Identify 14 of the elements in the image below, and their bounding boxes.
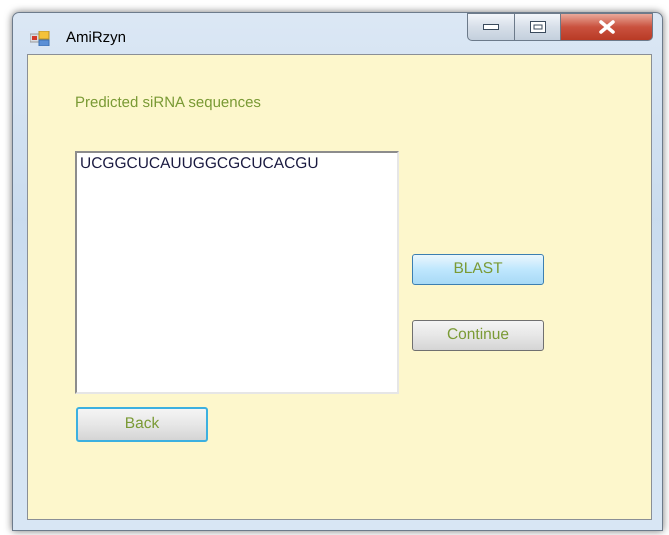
blast-button[interactable]: BLAST [412,254,544,284]
close-button[interactable] [561,13,653,41]
continue-button[interactable]: Continue [412,320,544,350]
section-label: Predicted siRNA sequences [75,93,262,113]
back-button[interactable]: Back [76,406,208,442]
sequence-list[interactable]: UCGGCUCAUUGGCGCUCACGU [75,150,399,394]
list-item[interactable]: UCGGCUCAUUGGCGCUCACGU [80,154,394,172]
maximize-icon [530,21,546,33]
minimize-button[interactable] [467,13,515,41]
window-title: AmiRzyn [66,28,126,48]
close-icon [598,20,616,34]
maximize-button[interactable] [515,13,561,41]
app-icon [30,30,50,46]
minimize-icon [483,24,499,30]
